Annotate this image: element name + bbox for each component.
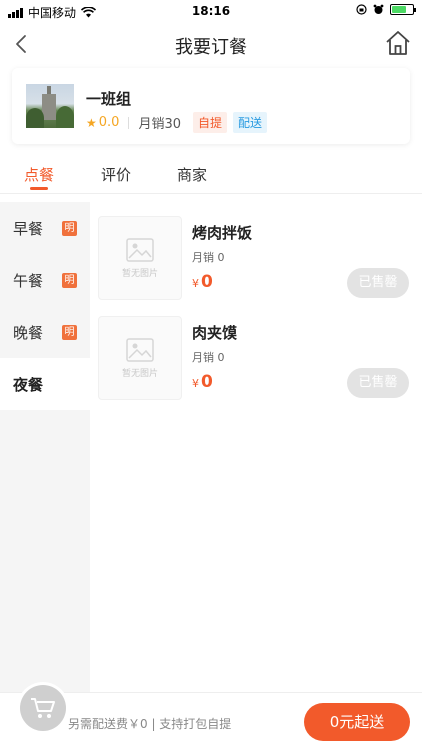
product-sales: 月销 0 xyxy=(192,251,225,264)
price-value: 0 xyxy=(201,372,213,392)
category-lunch[interactable]: 午餐 明 xyxy=(0,254,90,306)
status-right xyxy=(356,4,416,15)
image-placeholder-icon xyxy=(126,337,154,362)
shop-meta: ★ 0.0 月销30 自提 配送 xyxy=(86,112,268,133)
category-sidebar: 早餐 明 午餐 明 晚餐 明 夜餐 xyxy=(0,202,90,692)
product-price: ¥0 xyxy=(192,272,213,292)
divider xyxy=(128,116,130,129)
price-value: 0 xyxy=(201,272,213,292)
nav-bar: 我要订餐 xyxy=(0,22,422,66)
tab-order[interactable]: 点餐 xyxy=(24,164,54,185)
delivery-info: 另需配送费￥0 | 支持打包自提 xyxy=(68,717,232,731)
sold-out-button[interactable]: 已售罄 xyxy=(347,268,409,298)
tab-merchant[interactable]: 商家 xyxy=(177,164,207,185)
product-name: 肉夹馍 xyxy=(192,324,238,342)
delivery-tag: 配送 xyxy=(233,112,268,133)
product-item[interactable]: 暂无图片 烤肉拌饭 月销 0 ¥0 已售罄 xyxy=(90,202,422,302)
active-tab-indicator xyxy=(30,187,48,190)
no-image-label: 暂无图片 xyxy=(121,368,158,379)
home-icon[interactable] xyxy=(384,28,412,58)
product-item[interactable]: 暂无图片 肉夹馍 月销 0 ¥0 已售罄 xyxy=(90,302,422,402)
product-name: 烤肉拌饭 xyxy=(192,224,253,242)
category-dinner[interactable]: 晚餐 明 xyxy=(0,306,90,358)
checkout-button[interactable]: 0元起送 xyxy=(304,703,410,741)
star-icon: ★ xyxy=(86,115,97,130)
page-title: 我要订餐 xyxy=(175,37,247,58)
pickup-tag: 自提 xyxy=(193,112,228,133)
shop-monthly-sales: 月销30 xyxy=(138,117,181,132)
shop-card[interactable]: 一班组 ★ 0.0 月销30 自提 配送 xyxy=(12,68,410,144)
shop-thumbnail xyxy=(26,84,74,128)
category-breakfast[interactable]: 早餐 明 xyxy=(0,202,90,254)
category-night-meal[interactable]: 夜餐 xyxy=(0,358,90,410)
product-image-placeholder: 暂无图片 xyxy=(98,316,182,400)
cart-button[interactable] xyxy=(20,685,66,731)
bottom-bar: 另需配送费￥0 | 支持打包自提 0元起送 xyxy=(0,685,422,750)
cart-icon xyxy=(31,698,55,718)
tab-reviews[interactable]: 评价 xyxy=(101,164,131,185)
status-bar: 中国移动 18:16 xyxy=(0,0,422,22)
alarm-icon xyxy=(373,4,384,14)
sold-out-button[interactable]: 已售罄 xyxy=(347,368,409,398)
tomorrow-badge: 明 xyxy=(62,324,77,340)
shop-rating: 0.0 xyxy=(98,115,120,130)
rotation-lock-icon xyxy=(356,4,367,15)
category-label: 午餐 xyxy=(13,271,44,290)
category-label: 早餐 xyxy=(13,219,44,238)
product-image-placeholder: 暂无图片 xyxy=(98,216,182,300)
category-label: 晚餐 xyxy=(13,323,44,342)
no-image-label: 暂无图片 xyxy=(121,268,158,279)
shop-name: 一班组 xyxy=(86,90,132,108)
tomorrow-badge: 明 xyxy=(62,220,77,236)
category-label: 夜餐 xyxy=(13,375,44,394)
currency-symbol: ¥ xyxy=(192,277,199,290)
tab-bar: 点餐 评价 商家 xyxy=(0,156,422,194)
product-sales: 月销 0 xyxy=(192,351,225,364)
image-placeholder-icon xyxy=(126,237,154,262)
tomorrow-badge: 明 xyxy=(62,272,77,288)
battery-icon xyxy=(390,4,416,15)
product-price: ¥0 xyxy=(192,372,213,392)
currency-symbol: ¥ xyxy=(192,377,199,390)
